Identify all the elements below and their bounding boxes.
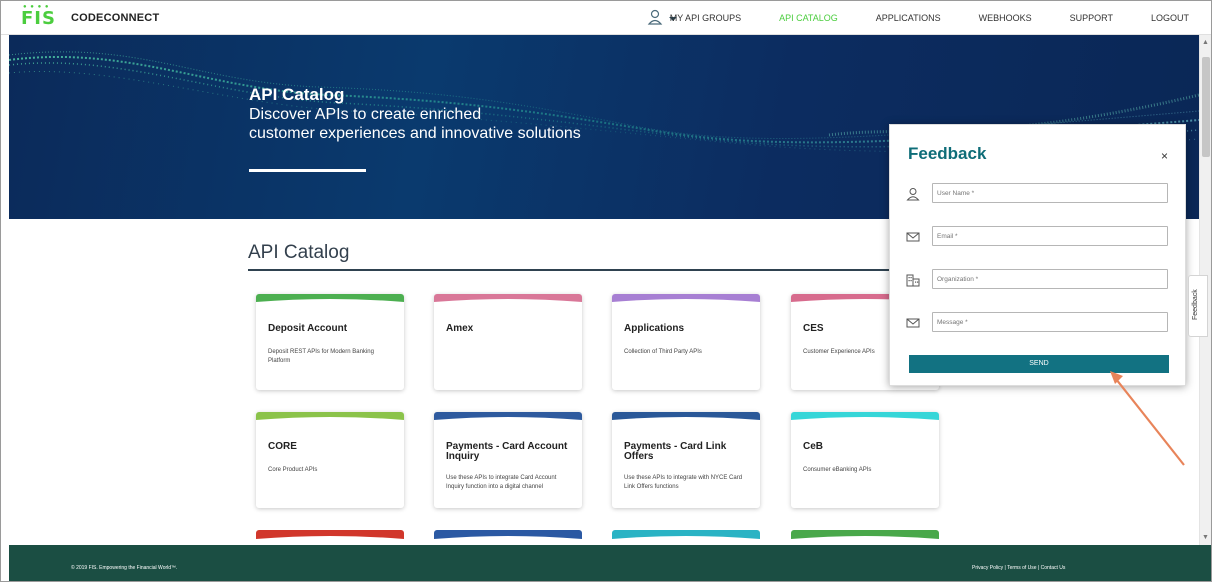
footer-copyright: © 2019 FIS. Empowering the Financial Wor…: [71, 565, 178, 571]
top-navigation: ● ● ● ● FIS CODECONNECT MY API GROUPS AP…: [1, 1, 1211, 35]
card-description: Collection of Third Party APIs: [624, 349, 702, 355]
feedback-side-tab[interactable]: Feedback: [1188, 275, 1208, 337]
footer-links[interactable]: Privacy Policy | Terms of Use | Contact …: [972, 565, 1065, 571]
feedback-row-email: [906, 226, 1171, 246]
card-description: Deposit REST APIs for Modern Banking Pla…: [268, 349, 374, 364]
envelope-icon: [906, 232, 920, 242]
footer: © 2019 FIS. Empowering the Financial Wor…: [9, 545, 1211, 581]
card-color-band: [256, 294, 404, 306]
card-color-band: [791, 412, 939, 424]
api-card[interactable]: Payments - Card Link Offers Use these API…: [612, 412, 760, 508]
username-field[interactable]: [932, 183, 1168, 203]
catalog-divider: [248, 269, 893, 271]
annotation-arrow: [1110, 371, 1185, 466]
catalog-title: API Catalog: [248, 242, 350, 263]
api-card[interactable]: Amex: [434, 294, 582, 390]
card-title: CeB: [803, 441, 824, 452]
card-description: Core Product APIs: [268, 467, 318, 473]
nav-webhooks[interactable]: WEBHOOKS: [979, 13, 1032, 23]
feedback-row-message: [906, 312, 1171, 332]
nav-support[interactable]: SUPPORT: [1070, 13, 1113, 23]
card-color-band: [256, 412, 404, 424]
api-card[interactable]: Payments - Card Account Inquiry Use these…: [434, 412, 582, 508]
card-title: Payments - Card Account Inquiry: [446, 441, 568, 462]
api-card[interactable]: CeB Consumer eBanking APIs: [791, 412, 939, 508]
nav-my-api-groups[interactable]: MY API GROUPS: [670, 13, 741, 23]
card-description: Use these APIs to integrate with NYCE Ca…: [624, 475, 743, 490]
user-icon: [906, 188, 920, 201]
hero-subtitle: Discover APIs to create enriched custome…: [249, 105, 749, 143]
card-title: Applications: [624, 323, 685, 334]
message-field[interactable]: [932, 312, 1168, 332]
card-title: Deposit Account: [268, 323, 348, 334]
brand-name[interactable]: CODECONNECT: [71, 12, 159, 24]
scroll-up-icon[interactable]: ▲: [1202, 39, 1209, 46]
card-description: Consumer eBanking APIs: [803, 467, 872, 473]
nav-logout[interactable]: LOGOUT: [1151, 13, 1189, 23]
nav-api-catalog[interactable]: API CATALOG: [779, 13, 838, 23]
feedback-panel: Feedback × User Name * Email * Organizat…: [889, 124, 1186, 386]
api-card[interactable]: CORE Core Product APIs: [256, 412, 404, 508]
hero-title: API Catalog: [249, 85, 345, 104]
email-field[interactable]: [932, 226, 1168, 246]
api-card[interactable]: Applications Collection of Third Party AP…: [612, 294, 760, 390]
scroll-down-icon[interactable]: ▼: [1202, 534, 1209, 541]
nav-menu: MY API GROUPS API CATALOG APPLICATIONS W…: [632, 1, 1189, 35]
hero-underline: [249, 169, 366, 172]
close-icon[interactable]: ×: [1161, 149, 1168, 163]
card-color-band: [434, 412, 582, 424]
card-color-band: [612, 412, 760, 424]
organization-field[interactable]: [932, 269, 1168, 289]
scroll-thumb[interactable]: [1202, 57, 1210, 157]
feedback-row-username: [906, 183, 1171, 203]
card-color-band: [434, 294, 582, 306]
building-icon: [906, 274, 920, 287]
nav-applications[interactable]: APPLICATIONS: [876, 13, 941, 23]
envelope-icon: [906, 318, 920, 328]
feedback-tab-label: Feedback: [1192, 289, 1199, 320]
hero-subtitle-line2: customer experiences and innovative solu…: [249, 125, 581, 142]
feedback-title: Feedback: [908, 144, 987, 163]
card-description: Use these APIs to integrate Card Account…: [446, 475, 557, 490]
card-title: Payments - Card Link Offers: [624, 441, 727, 462]
browser-frame: ● ● ● ● FIS CODECONNECT MY API GROUPS AP…: [0, 0, 1212, 582]
api-card[interactable]: Deposit Account Deposit REST APIs for Mod…: [256, 294, 404, 390]
card-title: CORE: [268, 441, 297, 452]
fis-logo[interactable]: FIS: [21, 8, 56, 29]
card-color-band: [612, 294, 760, 306]
feedback-row-organization: [906, 269, 1171, 289]
card-title: Amex: [446, 323, 474, 334]
hero-subtitle-line1: Discover APIs to create enriched: [249, 106, 482, 123]
